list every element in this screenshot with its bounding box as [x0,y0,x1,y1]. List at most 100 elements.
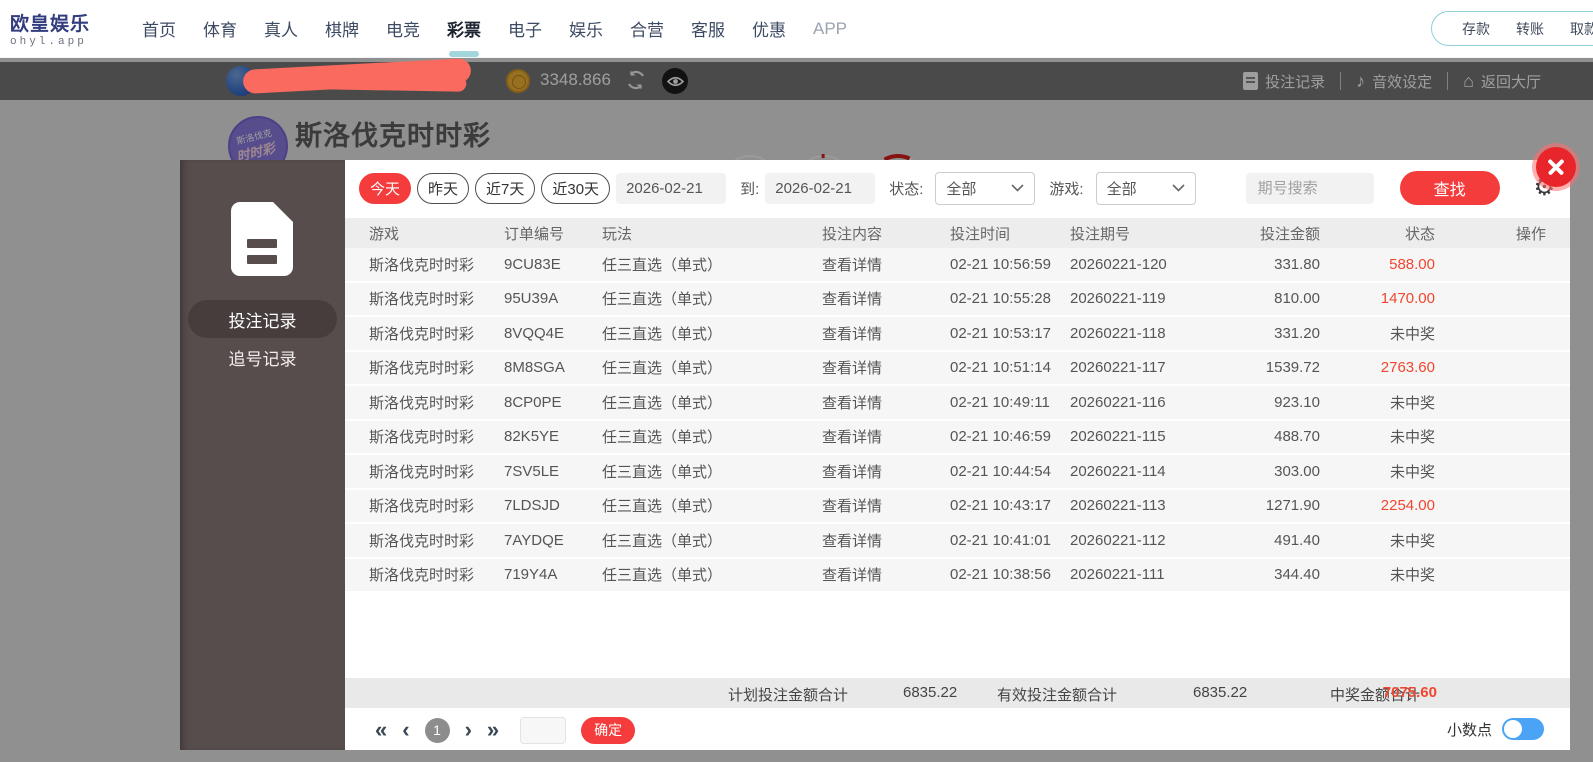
col-order: 订单编号 [504,225,565,243]
period-search-input[interactable] [1245,172,1374,204]
cell-game: 斯洛伐克时时彩 [369,360,475,378]
plan-total-value: 6835.22 [903,684,958,701]
nav-item[interactable]: 电竞 [386,0,420,57]
date-to-input[interactable] [765,172,876,204]
wallet-action[interactable]: 存款 [1462,19,1490,39]
cell-play: 任三直选（单式） [602,360,723,378]
nav-item[interactable]: 体育 [203,0,237,57]
sidebar-item[interactable]: 投注记录 [188,300,337,338]
nav-item[interactable]: 娱乐 [569,0,603,57]
nav-item[interactable]: 彩票 [447,0,481,57]
cell-period: 20260221-119 [1070,290,1166,308]
close-button[interactable] [1536,147,1576,187]
nav-item[interactable]: 棋牌 [325,0,359,57]
nav-item-label: 客服 [691,21,725,40]
nav-item[interactable]: 首页 [142,0,176,57]
cell-play: 任三直选（单式） [602,498,723,516]
view-details-link[interactable]: 查看详情 [822,426,950,447]
nav-item[interactable]: 优惠 [752,0,786,57]
first-page-icon[interactable]: « [375,719,387,741]
current-page[interactable]: 1 [424,717,450,743]
nav-item[interactable]: 真人 [264,0,298,57]
cell-play: 任三直选（单式） [602,567,723,585]
table-row: 斯洛伐克时时彩 9CU83E 任三直选（单式） 查看详情 02-21 10:56… [345,248,1570,283]
view-details-link[interactable]: 查看详情 [822,357,950,378]
order-link[interactable]: 9CU83E [504,256,602,273]
order-link[interactable]: 7SV5LE [504,463,602,480]
game-select[interactable]: 全部 [1095,171,1196,205]
main-nav: 首页 体育 真人 棋牌 电竞 彩票 电子 娱乐 合营 客服 优惠 APP [142,0,847,57]
view-details-link[interactable]: 查看详情 [822,254,950,275]
view-details-link[interactable]: 查看详情 [822,323,950,344]
date-from-input[interactable] [616,172,727,204]
view-details-link[interactable]: 查看详情 [822,564,950,585]
view-details-link[interactable]: 查看详情 [822,392,950,413]
order-link[interactable]: 95U39A [504,290,602,307]
view-details-link[interactable]: 查看详情 [822,530,950,551]
search-button[interactable]: 查找 [1399,171,1500,205]
view-details-link[interactable]: 查看详情 [822,288,950,309]
order-link[interactable]: 719Y4A [504,566,602,583]
next-page-icon[interactable]: › [465,719,472,741]
quick-range-button[interactable]: 近30天 [541,172,611,204]
quick-range-button[interactable]: 今天 [359,172,412,204]
last-page-icon[interactable]: » [487,719,499,741]
nav-item[interactable]: 客服 [691,0,725,57]
game-filter-label: 游戏: [1049,180,1084,198]
status-select[interactable]: 全部 [935,171,1036,205]
status-cell: 未中奖 [1389,463,1435,481]
cell-amount: 303.00 [1274,462,1320,480]
wallet-action[interactable]: 转账 [1516,19,1544,39]
wallet-action[interactable]: 取款 [1570,19,1593,39]
nav-item[interactable]: 合营 [630,0,664,57]
wallet-actions: 存款 转账 取款 [1431,11,1593,46]
view-details-link[interactable]: 查看详情 [822,495,950,516]
nav-item-label: 娱乐 [569,21,603,40]
col-game: 游戏 [369,225,400,243]
table-row: 斯洛伐克时时彩 95U39A 任三直选（单式） 查看详情 02-21 10:55… [345,282,1570,317]
col-content: 投注内容 [822,225,883,243]
nav-item-label: 真人 [264,21,298,40]
quick-range-button[interactable]: 昨天 [417,172,470,204]
col-status: 状态 [1404,225,1435,243]
cell-game: 斯洛伐克时时彩 [369,325,475,343]
order-link[interactable]: 7LDSJD [504,497,602,514]
prev-page-icon[interactable]: ‹ [402,719,409,741]
cell-time: 02-21 10:55:28 [950,290,1051,308]
nav-item-label: 优惠 [752,21,786,40]
sidebar-item[interactable]: 追号记录 [188,338,337,376]
order-link[interactable]: 7AYDQE [504,532,602,549]
quick-range-button[interactable]: 近7天 [475,172,536,204]
order-link[interactable]: 82K5YE [504,428,602,445]
cell-period: 20260221-115 [1070,428,1166,446]
table-row: 斯洛伐克时时彩 8VQQ4E 任三直选（单式） 查看详情 02-21 10:53… [345,317,1570,352]
status-cell: 1470.00 [1380,290,1435,308]
quick-range-group: 今天 昨天 近7天 近30天 [359,172,611,204]
cell-amount: 344.40 [1274,566,1320,584]
order-link[interactable]: 8M8SGA [504,359,602,376]
table-row: 斯洛伐克时时彩 8CP0PE 任三直选（单式） 查看详情 02-21 10:49… [345,386,1570,421]
cell-play: 任三直选（单式） [602,532,723,550]
cell-time: 02-21 10:49:11 [950,393,1050,411]
cell-play: 任三直选（单式） [602,256,723,274]
order-link[interactable]: 8CP0PE [504,394,602,411]
page-jump-input[interactable] [520,716,567,744]
page-confirm-button[interactable]: 确定 [581,716,636,744]
view-details-link[interactable]: 查看详情 [822,461,950,482]
table-row: 斯洛伐克时时彩 719Y4A 任三直选（单式） 查看详情 02-21 10:38… [345,558,1570,593]
order-link[interactable]: 8VQQ4E [504,325,602,342]
col-amount: 投注金额 [1259,225,1320,243]
valid-total-value: 6835.22 [1193,684,1248,701]
brand-logo[interactable]: 欧皇娱乐 ohyl.app [10,9,130,48]
cell-time: 02-21 10:38:56 [950,566,1051,584]
cell-period: 20260221-114 [1070,462,1166,480]
pagination: « ‹ 1 › » 确定 [345,710,1570,750]
cell-game: 斯洛伐克时时彩 [369,429,475,447]
table-header: 游戏 订单编号 玩法 投注内容 投注时间 投注期号 投注金额 状态 操作 [345,218,1570,248]
game-select-value: 全部 [1106,180,1137,198]
nav-item[interactable]: APP [813,0,847,57]
nav-item[interactable]: 电子 [508,0,542,57]
chevron-down-icon [1011,184,1024,192]
status-cell: 未中奖 [1389,325,1435,343]
decimal-toggle[interactable] [1502,718,1544,740]
